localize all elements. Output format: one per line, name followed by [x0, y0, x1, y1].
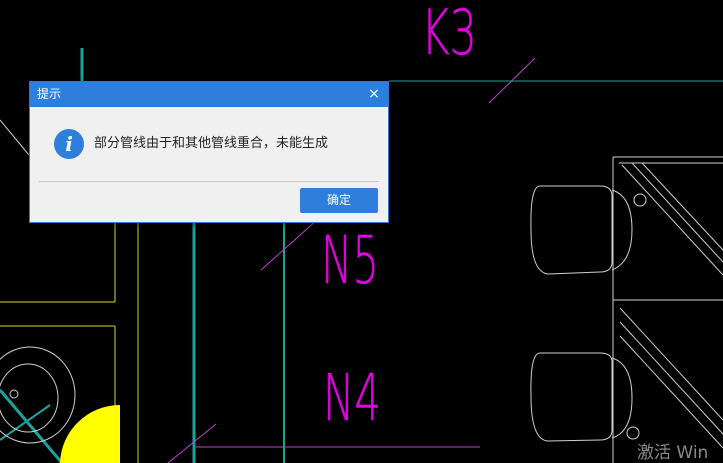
yellow-filled-arc	[60, 405, 120, 463]
pipe-diagonal-a	[0, 389, 64, 463]
chair-bottom	[530, 352, 613, 442]
lead-line-n5	[260, 218, 319, 271]
chair-bottom-back	[611, 357, 633, 439]
basin-outer	[0, 346, 76, 444]
dialog-title: 提示	[37, 87, 62, 101]
dialog-titlebar[interactable]: 提示 ×	[30, 82, 388, 107]
counter-hatch-1	[621, 164, 723, 276]
lead-line-n4-diagonal	[167, 423, 217, 463]
close-icon[interactable]: ×	[366, 85, 382, 103]
activation-watermark: 激活 Win	[637, 443, 709, 463]
white-diagonal	[0, 119, 30, 156]
chair-top-knob	[633, 193, 647, 207]
label-k3: K3	[421, 0, 477, 69]
counter-hatch-4	[619, 307, 723, 421]
label-n4: N4	[323, 362, 381, 436]
counter-hatch-5	[619, 321, 723, 435]
chair-top-back	[611, 189, 633, 271]
dialog-divider	[39, 181, 379, 182]
chair-bottom-knob	[626, 426, 640, 440]
counter-hatch-2	[631, 162, 723, 263]
counter-hatch-3	[641, 162, 723, 251]
basin-drain	[9, 389, 19, 399]
counter-hatch-6	[619, 335, 723, 449]
label-n5: N5	[321, 222, 379, 299]
info-icon: i	[54, 129, 84, 159]
ok-button[interactable]: 确定	[300, 188, 378, 213]
dialog-message: 部分管线由于和其他管线重合，未能生成	[94, 136, 329, 151]
chair-top	[530, 185, 613, 275]
alert-dialog: 提示 × i 部分管线由于和其他管线重合，未能生成 确定	[29, 81, 389, 223]
cad-drawing-canvas[interactable]: K3 N5 N4	[0, 0, 723, 463]
